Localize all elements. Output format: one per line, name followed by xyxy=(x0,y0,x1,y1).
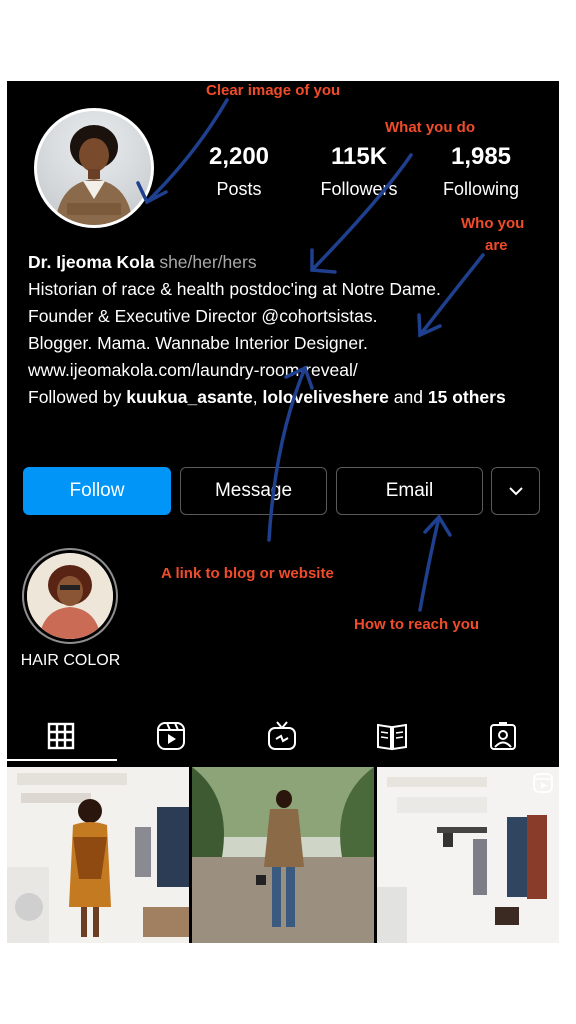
followed-by-others: 15 others xyxy=(427,387,506,407)
following-count: 1,985 xyxy=(450,143,512,170)
posts-label: Posts xyxy=(216,179,262,199)
followed-by-prefix: Followed by xyxy=(28,387,122,407)
profile-tabs xyxy=(7,709,559,763)
grid-icon xyxy=(47,722,75,750)
bio-line-2: Founder & Executive Director @cohortsist… xyxy=(28,306,378,326)
reel-badge-icon xyxy=(533,773,553,793)
post-thumbnail-1[interactable] xyxy=(7,767,189,943)
chevron-down-icon xyxy=(508,487,523,496)
profile-name: Dr. Ijeoma Kola xyxy=(28,252,155,272)
annotation-reach: How to reach you xyxy=(354,616,480,633)
story-highlight[interactable] xyxy=(22,548,118,644)
guides-icon xyxy=(377,723,407,751)
guides-tab[interactable] xyxy=(375,719,409,753)
igtv-icon xyxy=(268,721,296,750)
reels-tab[interactable] xyxy=(154,719,188,753)
annotation-what-you-do: What you do xyxy=(385,119,475,136)
annotation-link: A link to blog or website xyxy=(161,565,334,582)
reels-icon xyxy=(157,722,185,750)
posts-count: 2,200 xyxy=(208,143,270,170)
posts-stat: 2,200 Posts xyxy=(197,143,281,201)
message-button[interactable]: Message xyxy=(180,467,327,515)
followed-by-user-1: kuukua_asante xyxy=(126,387,253,407)
bio-line-1: Historian of race & health postdoc'ing a… xyxy=(28,279,441,299)
annotation-clear-image: Clear image of you xyxy=(206,82,341,99)
profile-bio: Dr. Ijeoma Kola she/her/hers Historian o… xyxy=(28,249,538,411)
following-label: Following xyxy=(442,179,520,199)
grid-tab[interactable] xyxy=(44,719,78,753)
profile-pronouns: she/her/hers xyxy=(159,252,257,272)
highlight-label: HAIR COLOR xyxy=(20,652,121,669)
tagged-tab[interactable] xyxy=(486,719,520,753)
suggested-dropdown-button[interactable] xyxy=(491,467,540,515)
post-thumbnail-3[interactable] xyxy=(377,767,559,943)
highlight-thumbnail xyxy=(27,553,113,639)
active-tab-indicator xyxy=(7,759,117,761)
annotation-who-you-are-line2: are xyxy=(485,237,508,254)
followers-label: Followers xyxy=(320,179,398,199)
following-stat[interactable]: 1,985 Following xyxy=(433,143,529,201)
followers-stat[interactable]: 115K Followers xyxy=(307,143,411,201)
followed-by-and: and xyxy=(393,387,423,407)
followed-by-user-2: loloveliveshere xyxy=(262,387,389,407)
website-link[interactable]: www.ijeomakola.com/laundry-room-reveal/ xyxy=(28,357,538,384)
follow-button[interactable]: Follow xyxy=(23,467,171,515)
profile-photo xyxy=(37,111,151,225)
profile-avatar[interactable] xyxy=(34,108,154,228)
profile-screen: 2,200 Posts 115K Followers 1,985 Followi… xyxy=(7,81,559,943)
followers-count: 115K xyxy=(330,143,388,170)
igtv-tab[interactable] xyxy=(265,719,299,753)
post-thumbnail-2[interactable] xyxy=(192,767,374,943)
followed-by[interactable]: Followed by kuukua_asante, loloveliveshe… xyxy=(28,384,538,411)
bio-name-line: Dr. Ijeoma Kola she/her/hers xyxy=(28,249,538,276)
tagged-icon xyxy=(490,722,516,750)
email-button[interactable]: Email xyxy=(336,467,483,515)
bio-line-3: Blogger. Mama. Wannabe Interior Designer… xyxy=(28,333,368,353)
annotation-who-you-are-line1: Who you xyxy=(461,215,525,232)
